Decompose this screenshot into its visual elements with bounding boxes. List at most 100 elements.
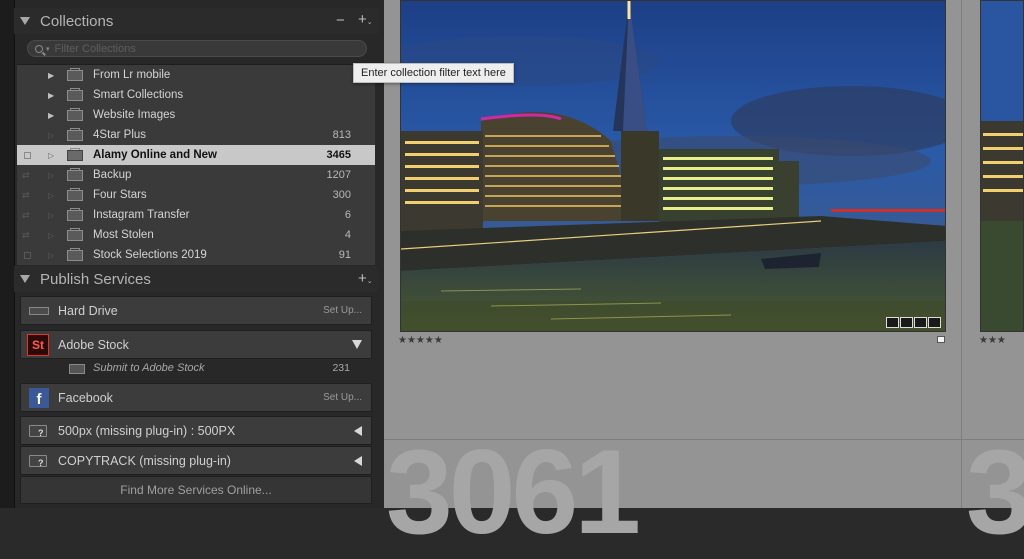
sync-icon[interactable]: ⇄	[22, 210, 30, 221]
collection-row[interactable]: ⇄ ▷ Most Stolen 4	[17, 225, 375, 245]
collapse-triangle-icon[interactable]	[20, 275, 30, 283]
collection-row[interactable]: ⇄ ▷ Backup 1207	[17, 165, 375, 185]
target-checkbox[interactable]	[24, 251, 31, 259]
service-adobe-stock[interactable]: St Adobe Stock	[20, 330, 372, 359]
collection-arrow-icon: ▷	[48, 190, 55, 200]
remove-collection-button[interactable]: −	[336, 13, 345, 28]
service-500px[interactable]: ? 500px (missing plug-in) : 500PX	[20, 416, 372, 445]
star-rating[interactable]: ★★★	[979, 335, 1006, 346]
collection-label: Website Images	[93, 109, 176, 121]
collection-arrow-icon: ▷	[48, 130, 55, 140]
collection-row[interactable]: ▷ Stock Selections 2019 91	[17, 245, 375, 265]
service-copytrack[interactable]: ? COPYTRACK (missing plug-in)	[20, 446, 372, 475]
photo-badges	[886, 317, 941, 328]
comment-badge-icon[interactable]	[900, 317, 913, 328]
collection-badge-icon[interactable]	[914, 317, 927, 328]
london-night-photo	[401, 1, 945, 331]
hard-drive-icon	[29, 307, 49, 315]
service-facebook[interactable]: f Facebook Set Up...	[20, 383, 372, 412]
collection-row[interactable]: ⇄ ▷ Four Stars 300	[17, 185, 375, 205]
expand-arrow-icon[interactable]: ▶	[48, 111, 54, 120]
collection-label: Instagram Transfer	[93, 209, 190, 221]
keyword-badge-icon[interactable]	[886, 317, 899, 328]
service-label: 500px (missing plug-in) : 500PX	[58, 423, 236, 438]
collection-count: 813	[332, 129, 351, 141]
add-publish-service-button[interactable]: +⌄	[358, 271, 373, 286]
collection-label: From Lr mobile	[93, 69, 171, 81]
collection-arrow-icon: ▷	[48, 150, 55, 160]
collection-arrow-icon: ▷	[48, 170, 55, 180]
missing-plugin-folder-icon: ?	[29, 455, 47, 468]
sync-icon[interactable]: ⇄	[22, 170, 30, 181]
find-more-services-button[interactable]: Find More Services Online...	[20, 476, 372, 504]
collection-icon	[67, 227, 83, 241]
chevron-down-icon: ▾	[46, 45, 50, 53]
quick-collection-marker[interactable]	[937, 336, 945, 343]
collection-icon	[67, 147, 83, 161]
collection-arrow-icon: ▷	[48, 250, 55, 260]
collection-count: 300	[332, 189, 351, 201]
service-label: Hard Drive	[58, 303, 118, 318]
missing-plugin-folder-icon: ?	[29, 425, 47, 438]
crop-badge-icon[interactable]	[928, 317, 941, 328]
expand-arrow-icon[interactable]: ▶	[48, 91, 54, 100]
add-collection-button[interactable]: +⌄	[358, 12, 373, 27]
collection-set-row[interactable]: ▶ Smart Collections	[17, 85, 375, 105]
sync-icon[interactable]: ⇄	[22, 230, 30, 241]
collection-set-row[interactable]: ▶ From Lr mobile	[17, 65, 375, 85]
service-label: Adobe Stock	[58, 337, 129, 352]
cell-index-number: 3	[966, 432, 1024, 552]
collection-count: 6	[344, 209, 351, 221]
published-collection-row[interactable]: Submit to Adobe Stock 231	[20, 360, 372, 378]
published-collection-icon	[69, 364, 85, 374]
collection-list: ▶ From Lr mobile ▶ Smart Collections ▶ W…	[17, 64, 375, 265]
photo-thumbnail[interactable]	[400, 0, 946, 332]
target-checkbox[interactable]	[24, 151, 31, 159]
collection-label: Backup	[93, 169, 132, 181]
published-collection-count: 231	[332, 362, 350, 374]
collection-row-selected[interactable]: ▷ Alamy Online and New 3465	[17, 145, 375, 165]
published-collection-label: Submit to Adobe Stock	[93, 362, 205, 374]
collection-set-icon	[67, 107, 83, 121]
collection-icon	[67, 167, 83, 181]
collection-count: 3465	[326, 149, 351, 161]
cell-index-number: 3061	[386, 425, 641, 559]
publish-services-title: Publish Services	[40, 270, 151, 288]
collection-set-row[interactable]: ▶ Website Images	[17, 105, 375, 125]
collection-label: Alamy Online and New	[93, 149, 217, 161]
photo-thumbnail[interactable]	[980, 0, 1024, 332]
expand-triangle-icon[interactable]	[352, 340, 362, 349]
collection-arrow-icon: ▷	[48, 230, 55, 240]
collections-title: Collections	[40, 12, 114, 30]
collection-label: Smart Collections	[93, 89, 184, 101]
collection-arrow-icon: ▷	[48, 210, 55, 220]
service-hard-drive[interactable]: Hard Drive Set Up...	[20, 296, 372, 325]
collection-set-icon	[67, 67, 83, 81]
setup-link[interactable]: Set Up...	[323, 305, 362, 316]
collection-icon	[67, 187, 83, 201]
collapse-triangle-icon[interactable]	[354, 425, 362, 436]
collection-label: Most Stolen	[93, 229, 154, 241]
filter-input[interactable]	[54, 42, 345, 55]
sync-icon[interactable]: ⇄	[22, 190, 30, 201]
star-rating[interactable]: ★★★★★	[398, 335, 443, 346]
collection-filter[interactable]: ▾	[27, 40, 367, 57]
photo-partial	[981, 1, 1023, 331]
left-panel: Collections − +⌄ ▾ ▶ From Lr mobile ▶ Sm…	[0, 0, 384, 508]
adobe-stock-icon: St	[27, 334, 49, 356]
collection-count: 91	[338, 249, 351, 261]
collections-header[interactable]: Collections	[14, 8, 378, 34]
collection-count: 1207	[326, 169, 351, 181]
smart-collection-icon	[67, 127, 83, 141]
collection-label: 4Star Plus	[93, 129, 147, 141]
collapse-triangle-icon[interactable]	[20, 17, 30, 25]
collection-icon	[67, 247, 83, 261]
expand-arrow-icon[interactable]: ▶	[48, 71, 54, 80]
collection-row[interactable]: ▷ 4Star Plus 813	[17, 125, 375, 145]
collapse-triangle-icon[interactable]	[354, 455, 362, 466]
search-icon	[35, 44, 43, 53]
collection-count: 4	[344, 229, 351, 241]
publish-services-header[interactable]: Publish Services	[14, 266, 378, 292]
setup-link[interactable]: Set Up...	[323, 392, 362, 403]
collection-row[interactable]: ⇄ ▷ Instagram Transfer 6	[17, 205, 375, 225]
